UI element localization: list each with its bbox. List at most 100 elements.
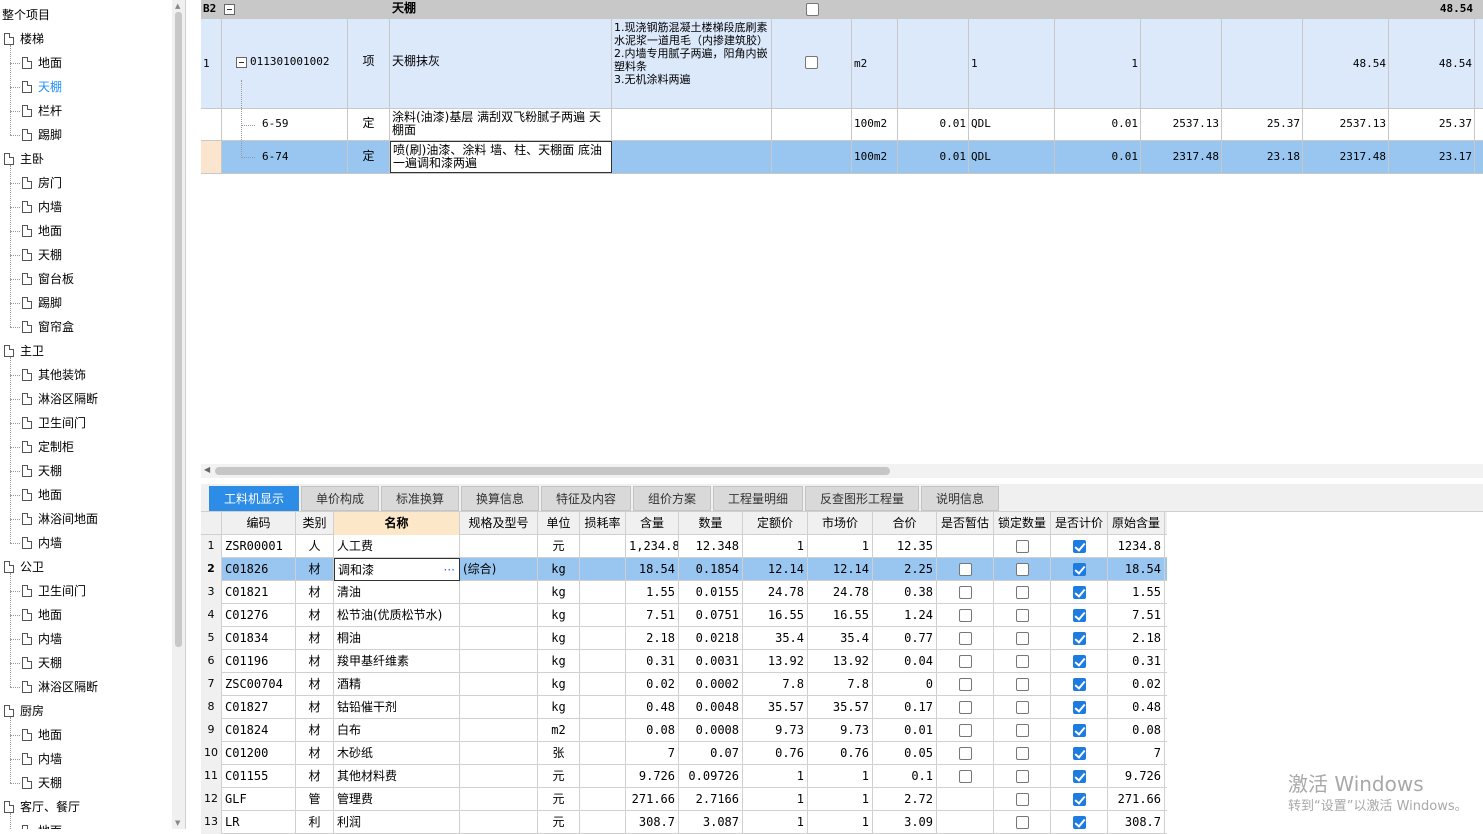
tree-item[interactable]: 内墙: [22, 195, 62, 219]
column-header[interactable]: 是否暂估: [937, 512, 994, 535]
resource-row[interactable]: 11 C01155 材其他材料费元 9.726 0.09726 1 1 0.1 9.726: [201, 765, 1167, 788]
name-cell[interactable]: 木砂纸: [334, 742, 460, 765]
priced-checkbox[interactable]: [1051, 604, 1108, 627]
checkbox-icon[interactable]: [958, 609, 972, 622]
name-cell[interactable]: 白布: [334, 719, 460, 742]
lock-checkbox[interactable]: [994, 742, 1051, 765]
resource-row[interactable]: 5 C01834 材桐油 kg 2.18 0.0218 35.4 35.4 0.77 2.18: [201, 627, 1167, 650]
priced-checkbox[interactable]: [1051, 535, 1108, 558]
quota-row-selected[interactable]: 6-74 定 喷(刷)油漆、涂料 墙、柱、天棚面 底油一遍调和漆两遍 100m2…: [201, 141, 1483, 174]
priced-checkbox[interactable]: [1051, 673, 1108, 696]
tree-item[interactable]: 天棚: [22, 459, 62, 483]
lock-checkbox[interactable]: [994, 719, 1051, 742]
checkbox-icon[interactable]: [1015, 724, 1029, 737]
tree-item[interactable]: 天棚: [22, 75, 62, 99]
checked-checkbox-icon[interactable]: [1072, 655, 1086, 668]
quota-name-editor[interactable]: 喷(刷)油漆、涂料 墙、柱、天棚面 底油一遍调和漆两遍: [390, 141, 612, 173]
name-cell[interactable]: 羧甲基纤维素: [334, 650, 460, 673]
scroll-up-icon[interactable]: ▲: [175, 2, 180, 10]
checkbox-icon[interactable]: [1015, 793, 1029, 806]
quota-row[interactable]: 6-59 定 涂料(油漆)基层 满刮双飞粉腻子两遍 天棚面 100m2 0.01…: [201, 109, 1483, 141]
bill-item-name[interactable]: 天棚抹灰: [390, 19, 612, 108]
priced-checkbox[interactable]: [1051, 696, 1108, 719]
priced-checkbox[interactable]: [1051, 627, 1108, 650]
tree-item[interactable]: 内墙: [22, 531, 62, 555]
tree-item[interactable]: 窗台板: [22, 267, 74, 291]
checked-checkbox-icon[interactable]: [1072, 540, 1086, 553]
item-checkbox[interactable]: [805, 55, 818, 69]
bill-item-feature[interactable]: 1.现浇钢筋混凝土楼梯段底刷素水泥浆一道甩毛（内掺建筑胶） 2.内墙专用腻子两遍…: [612, 19, 772, 108]
collapse-icon[interactable]: [236, 56, 247, 68]
lock-checkbox[interactable]: [994, 627, 1051, 650]
tab-standard-conversion[interactable]: 标准换算: [381, 486, 459, 511]
checked-checkbox-icon[interactable]: [1072, 816, 1086, 829]
resource-row[interactable]: 10 C01200 材木砂纸张 7 0.07 0.76 0.76 0.05 7: [201, 742, 1167, 765]
name-cell[interactable]: 清油: [334, 581, 460, 604]
column-header[interactable]: 合价: [873, 512, 937, 535]
tree-item[interactable]: 内墙: [22, 747, 62, 771]
checked-checkbox-icon[interactable]: [1072, 563, 1086, 576]
lock-checkbox[interactable]: [994, 535, 1051, 558]
section-row[interactable]: B2 天棚 48.54: [201, 0, 1483, 19]
estimate-checkbox[interactable]: [937, 765, 994, 788]
lock-checkbox[interactable]: [994, 558, 1051, 581]
name-cell[interactable]: 管理费: [334, 788, 460, 811]
estimate-checkbox[interactable]: [937, 719, 994, 742]
column-header[interactable]: 是否计价: [1051, 512, 1108, 535]
priced-checkbox[interactable]: [1051, 765, 1108, 788]
tree-item[interactable]: 卫生间门: [22, 411, 86, 435]
name-cell[interactable]: 人工费: [334, 535, 460, 558]
collapse-icon[interactable]: [224, 3, 235, 15]
checked-checkbox-icon[interactable]: [1072, 747, 1086, 760]
checkbox-icon[interactable]: [958, 747, 972, 760]
checked-checkbox-icon[interactable]: [1072, 701, 1086, 714]
horizontal-scrollbar[interactable]: ◀: [201, 464, 1483, 478]
checkbox-icon[interactable]: [958, 701, 972, 714]
tree-item[interactable]: 卫生间门: [22, 579, 86, 603]
priced-checkbox[interactable]: [1051, 650, 1108, 673]
estimate-checkbox[interactable]: [937, 811, 994, 834]
corner-header[interactable]: [201, 512, 222, 535]
tree-item[interactable]: 踢脚: [22, 123, 62, 147]
name-cell[interactable]: 利润: [334, 811, 460, 834]
tree-item[interactable]: 房门: [22, 171, 62, 195]
tree-item[interactable]: 地面: [22, 603, 62, 627]
tab-notes[interactable]: 说明信息: [921, 486, 999, 511]
checkbox-icon[interactable]: [958, 563, 972, 576]
tab-features[interactable]: 特征及内容: [541, 486, 631, 511]
checked-checkbox-icon[interactable]: [1072, 770, 1086, 783]
scroll-left-icon[interactable]: ◀: [204, 465, 210, 474]
bill-grid[interactable]: B2 天棚 48.54 1 011301001002 项 天棚抹灰 1.现浇钢筋…: [201, 0, 1483, 480]
estimate-checkbox[interactable]: [937, 742, 994, 765]
resource-grid[interactable]: 编码 类别 名称 规格及型号 单位 损耗率 含量 数量 定额价 市场价 合价 是否暂估 锁定数量 是否计价…: [201, 512, 1167, 834]
column-header[interactable]: 类别: [296, 512, 334, 535]
checked-checkbox-icon[interactable]: [1072, 724, 1086, 737]
section-checkbox[interactable]: [805, 2, 819, 16]
estimate-checkbox[interactable]: [937, 696, 994, 719]
column-header[interactable]: 名称: [334, 512, 460, 535]
priced-checkbox[interactable]: [1051, 558, 1108, 581]
resource-row[interactable]: 13 LR 利利润元 308.7 3.087 1 1 3.09 308.7: [201, 811, 1167, 834]
tree-scrollbar[interactable]: ▲ ▼: [172, 0, 185, 829]
checkbox-icon[interactable]: [958, 632, 972, 645]
tab-labor-material[interactable]: 工料机显示: [209, 486, 299, 511]
column-header[interactable]: 含量: [626, 512, 679, 535]
column-header[interactable]: 规格及型号: [460, 512, 538, 535]
priced-checkbox[interactable]: [1051, 811, 1108, 834]
checkbox-icon[interactable]: [958, 724, 972, 737]
priced-checkbox[interactable]: [1051, 788, 1108, 811]
checked-checkbox-icon[interactable]: [1072, 678, 1086, 691]
lock-checkbox[interactable]: [994, 581, 1051, 604]
resource-row[interactable]: 12 GLF 管管理费元 271.66 2.7166 1 1 2.72 271.66: [201, 788, 1167, 811]
tree-item[interactable]: 天棚: [22, 771, 62, 795]
tree-item[interactable]: 其他装饰: [22, 363, 86, 387]
checkbox-icon[interactable]: [1015, 540, 1029, 553]
tab-reverse-lookup[interactable]: 反查图形工程量: [805, 486, 919, 511]
estimate-checkbox[interactable]: [937, 788, 994, 811]
column-header[interactable]: 数量: [679, 512, 743, 535]
tree-item[interactable]: 地面: [22, 219, 62, 243]
name-cell[interactable]: 调和漆 ···: [334, 558, 460, 581]
resource-row[interactable]: 7 ZSC00704 材酒精 kg 0.02 0.0002 7.8 7.8 0 0.02: [201, 673, 1167, 696]
tree-item[interactable]: 地面: [22, 723, 62, 747]
quota-name[interactable]: 涂料(油漆)基层 满刮双飞粉腻子两遍 天棚面: [390, 109, 612, 140]
